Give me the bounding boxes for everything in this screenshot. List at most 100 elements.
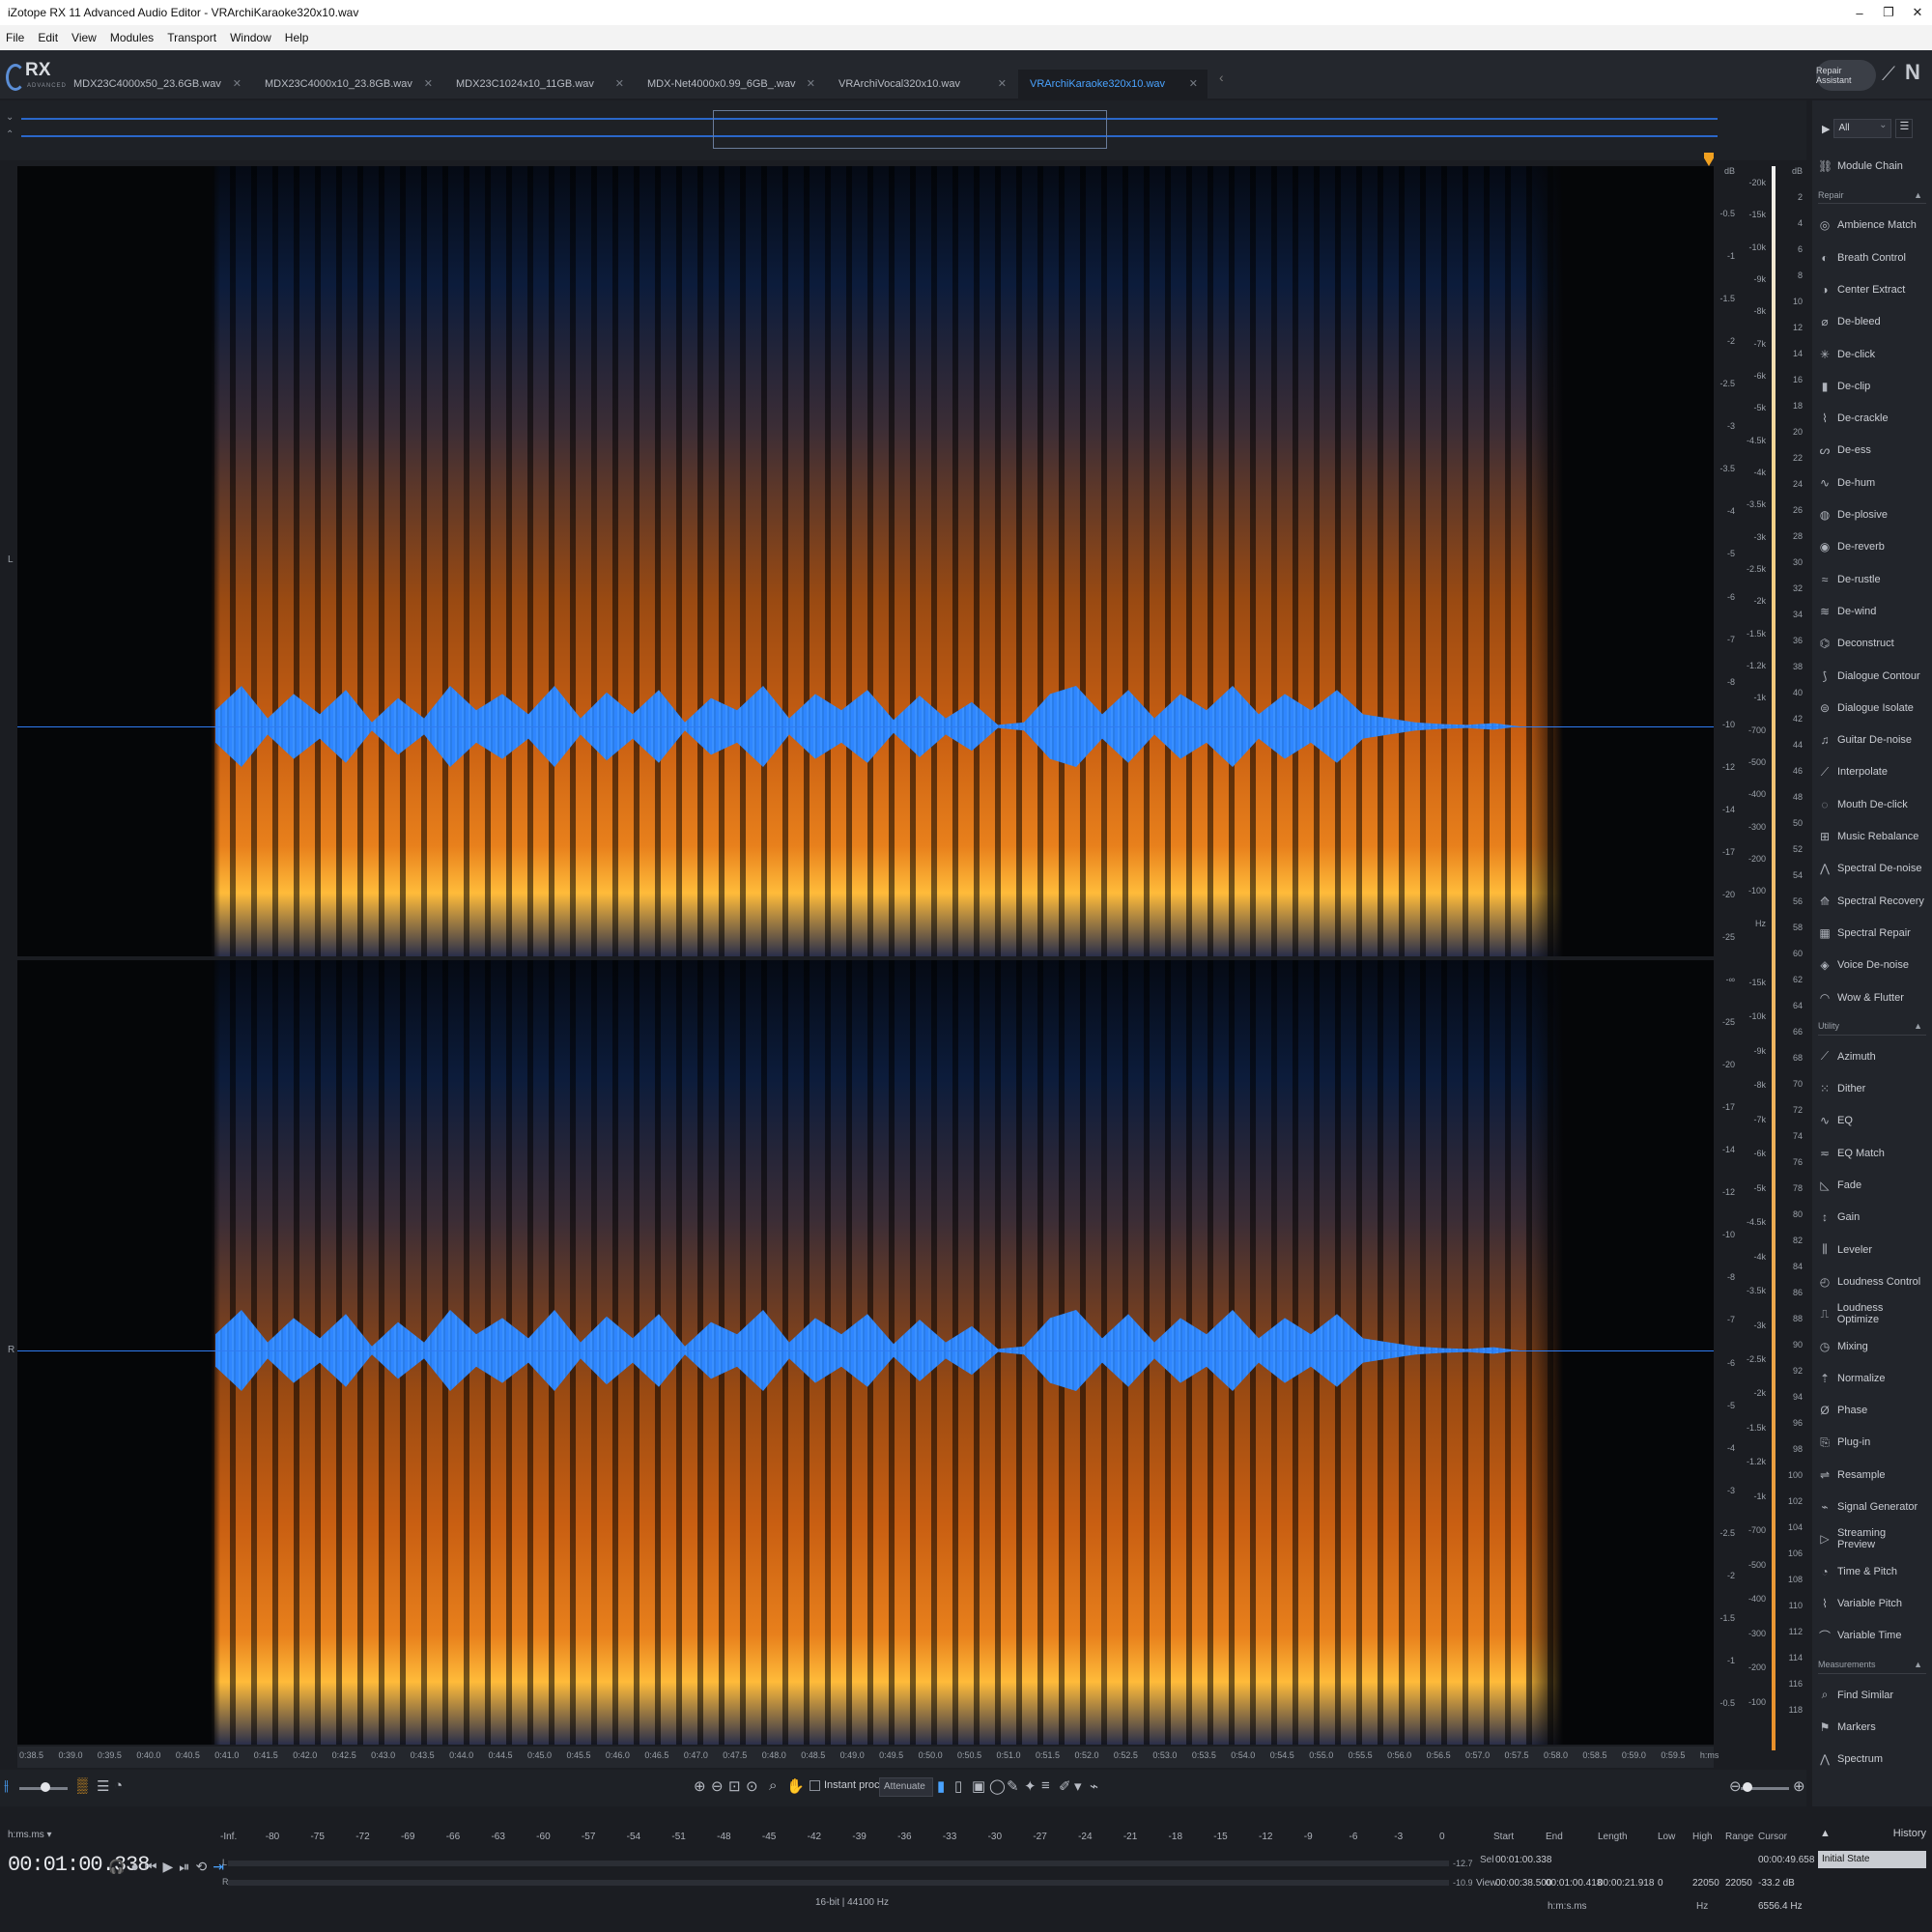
history-icon[interactable]: ◔ <box>114 1777 123 1794</box>
playhead-marker-icon[interactable] <box>1704 153 1714 166</box>
module-plug-in[interactable]: ⎘ Plug-in <box>1818 1431 1926 1454</box>
module-dialogue-contour[interactable]: ⟆ Dialogue Contour <box>1818 665 1926 688</box>
maximize-button[interactable]: ❐ <box>1874 5 1903 20</box>
magic-wand-icon[interactable]: ✦ <box>1024 1777 1037 1795</box>
tab-scroll-left-icon[interactable]: ‹ <box>1219 70 1224 85</box>
instant-process-checkbox[interactable] <box>810 1779 820 1791</box>
brush-tool-icon[interactable]: ✎ <box>1007 1777 1019 1795</box>
history-collapse-icon[interactable]: ▲ <box>1820 1828 1831 1839</box>
module-ambience-match[interactable]: ◎ Ambience Match <box>1818 213 1926 237</box>
menu-transport[interactable]: Transport <box>167 31 216 44</box>
hand-tool-icon[interactable]: ✋ <box>786 1777 805 1795</box>
more-tools-icon[interactable]: ▾ <box>1074 1777 1082 1795</box>
module-de-hum[interactable]: ∿ De-hum <box>1818 471 1926 495</box>
menu-edit[interactable]: Edit <box>38 31 58 44</box>
module-module-chain[interactable]: ⛓ Module Chain <box>1818 155 1926 178</box>
close-button[interactable]: ✕ <box>1903 5 1932 20</box>
close-tab-icon[interactable]: ✕ <box>807 77 815 90</box>
module-wow-flutter[interactable]: ◠ Wow & Flutter <box>1818 986 1926 1009</box>
module-de-plosive[interactable]: ◍ De-plosive <box>1818 503 1926 526</box>
go-to-start-icon[interactable]: ⏮ <box>145 1859 157 1875</box>
view-low-value[interactable]: 0 <box>1658 1878 1663 1889</box>
frequency-selection-tool-icon[interactable]: ▯ <box>954 1777 962 1795</box>
zoom-in-icon[interactable]: ⊕ <box>694 1777 706 1795</box>
tab-file-active[interactable]: VRArchiKaraoke320x10.wav ✕ <box>1018 70 1208 99</box>
module-spectral-repair[interactable]: ▦ Spectral Repair <box>1818 922 1926 945</box>
tab-file-5[interactable]: VRArchiVocal320x10.wav ✕ <box>827 70 1016 99</box>
module-streaming-preview[interactable]: ▷ Streaming Preview <box>1818 1527 1926 1550</box>
module-spectral-recovery[interactable]: ⟰ Spectral Recovery <box>1818 890 1926 913</box>
connect-icon[interactable]: ⟋ <box>1882 64 1895 86</box>
module-deconstruct[interactable]: ⌬ Deconstruct <box>1818 632 1926 655</box>
record-icon[interactable]: ● <box>130 1859 138 1875</box>
collapse-icon[interactable]: ▲ <box>1914 1021 1922 1031</box>
zoom-out-icon[interactable]: ⊖ <box>711 1777 724 1795</box>
waveform-view-icon[interactable]: ⫲ <box>4 1777 9 1794</box>
close-tab-icon[interactable]: ✕ <box>233 77 242 90</box>
module-voice-de-noise[interactable]: ◈ Voice De-noise <box>1818 953 1926 977</box>
play-selection-icon[interactable]: ⏯ <box>179 1859 189 1875</box>
waveform-overview[interactable]: ⌄ ⌃ <box>0 100 1806 160</box>
close-tab-icon[interactable]: ✕ <box>615 77 624 90</box>
sel-start-value[interactable]: 00:01:00.338 <box>1495 1855 1551 1865</box>
close-tab-icon[interactable]: ✕ <box>1189 77 1198 90</box>
overview-collapse-icon[interactable]: ⌃ <box>6 129 14 140</box>
time-selection-tool-icon[interactable]: ▮ <box>937 1777 945 1795</box>
module-variable-time[interactable]: ⌒ Variable Time <box>1818 1624 1926 1647</box>
module-gain[interactable]: ↕ Gain <box>1818 1206 1926 1229</box>
module-dialogue-isolate[interactable]: ⊜ Dialogue Isolate <box>1818 696 1926 720</box>
overview-view-window[interactable] <box>713 110 1107 149</box>
menu-file[interactable]: File <box>6 31 24 44</box>
preview-play-icon[interactable]: ▶ <box>1822 123 1830 135</box>
module-time-pitch[interactable]: ◔ Time & Pitch <box>1818 1560 1926 1583</box>
collapse-icon[interactable]: ▲ <box>1914 190 1922 200</box>
menu-help[interactable]: Help <box>285 31 309 44</box>
vertical-zoom-slider[interactable] <box>1741 1782 1789 1792</box>
collapse-icon[interactable]: ▲ <box>1914 1660 1922 1669</box>
spectrogram-toggle-icon[interactable]: ▒ <box>77 1777 88 1794</box>
close-tab-icon[interactable]: ✕ <box>998 77 1007 90</box>
regain-tool-icon[interactable]: ⌁ <box>1090 1777 1098 1795</box>
horizontal-zoom-slider[interactable] <box>19 1782 68 1792</box>
module-de-click[interactable]: ✳ De-click <box>1818 343 1926 366</box>
tab-file-2[interactable]: MDX23C4000x10_23.8GB.wav ✕ <box>253 70 442 99</box>
module-music-rebalance[interactable]: ⊞ Music Rebalance <box>1818 825 1926 848</box>
lasso-tool-icon[interactable]: ◯ <box>989 1777 1006 1795</box>
module-find-similar[interactable]: ⌕ Find Similar <box>1818 1684 1926 1707</box>
module-eq-match[interactable]: ≂ EQ Match <box>1818 1142 1926 1165</box>
zoom-tool-icon[interactable]: ⌕ <box>769 1777 777 1794</box>
module-de-ess[interactable]: ᔕ De-ess <box>1818 439 1926 462</box>
module-de-rustle[interactable]: ≈ De-rustle <box>1818 568 1926 591</box>
module-normalize[interactable]: ⇡ Normalize <box>1818 1367 1926 1390</box>
time-ruler[interactable]: 0:38.5 0:39.0 0:39.5 0:40.0 0:40.5 0:41.0 0:41… <box>17 1747 1719 1768</box>
module-center-extract[interactable]: ◑ Center Extract <box>1818 278 1926 301</box>
loop-icon[interactable]: ⟲ <box>196 1859 208 1875</box>
module-panel-menu-icon[interactable]: ☰ <box>1895 119 1914 138</box>
vertical-zoom-out-icon[interactable]: ⊖ <box>1729 1777 1742 1795</box>
module-interpolate[interactable]: ⟋ Interpolate <box>1818 760 1926 783</box>
module-de-crackle[interactable]: ⌇ De-crackle <box>1818 407 1926 430</box>
module-section-header[interactable]: Utility ▲ <box>1818 1018 1926 1036</box>
module-mixing[interactable]: ◷ Mixing <box>1818 1335 1926 1358</box>
module-phase[interactable]: Ø Phase <box>1818 1399 1926 1422</box>
menu-view[interactable]: View <box>71 31 97 44</box>
spectrogram-right-channel[interactable] <box>17 960 1714 1745</box>
close-tab-icon[interactable]: ✕ <box>424 77 433 90</box>
module-variable-pitch[interactable]: ⌇ Variable Pitch <box>1818 1592 1926 1615</box>
module-eq[interactable]: ∿ EQ <box>1818 1109 1926 1132</box>
module-spectral-de-noise[interactable]: ⋀ Spectral De-noise <box>1818 857 1926 880</box>
module-signal-generator[interactable]: ⌁ Signal Generator <box>1818 1495 1926 1519</box>
module-loudness-optimize[interactable]: ⎍ Loudness Optimize <box>1818 1302 1926 1325</box>
time-format-select[interactable]: h:ms.ms ▾ <box>8 1830 52 1840</box>
module-guitar-de-noise[interactable]: ♫ Guitar De-noise <box>1818 728 1926 752</box>
view-range-value[interactable]: 22050 <box>1725 1878 1752 1889</box>
pencil-tool-icon[interactable]: ✐ <box>1059 1777 1071 1795</box>
menu-modules[interactable]: Modules <box>110 31 154 44</box>
zoom-fit-icon[interactable]: ⊙ <box>746 1777 758 1795</box>
menu-window[interactable]: Window <box>230 31 271 44</box>
module-de-clip[interactable]: ▮ De-clip <box>1818 375 1926 398</box>
module-loudness-control[interactable]: ◴ Loudness Control <box>1818 1270 1926 1293</box>
module-section-header[interactable]: Measurements ▲ <box>1818 1657 1926 1674</box>
tab-file-1[interactable]: MDX23C4000x50_23.6GB.wav ✕ <box>62 70 251 99</box>
tab-file-3[interactable]: MDX23C1024x10_11GB.wav ✕ <box>444 70 634 99</box>
